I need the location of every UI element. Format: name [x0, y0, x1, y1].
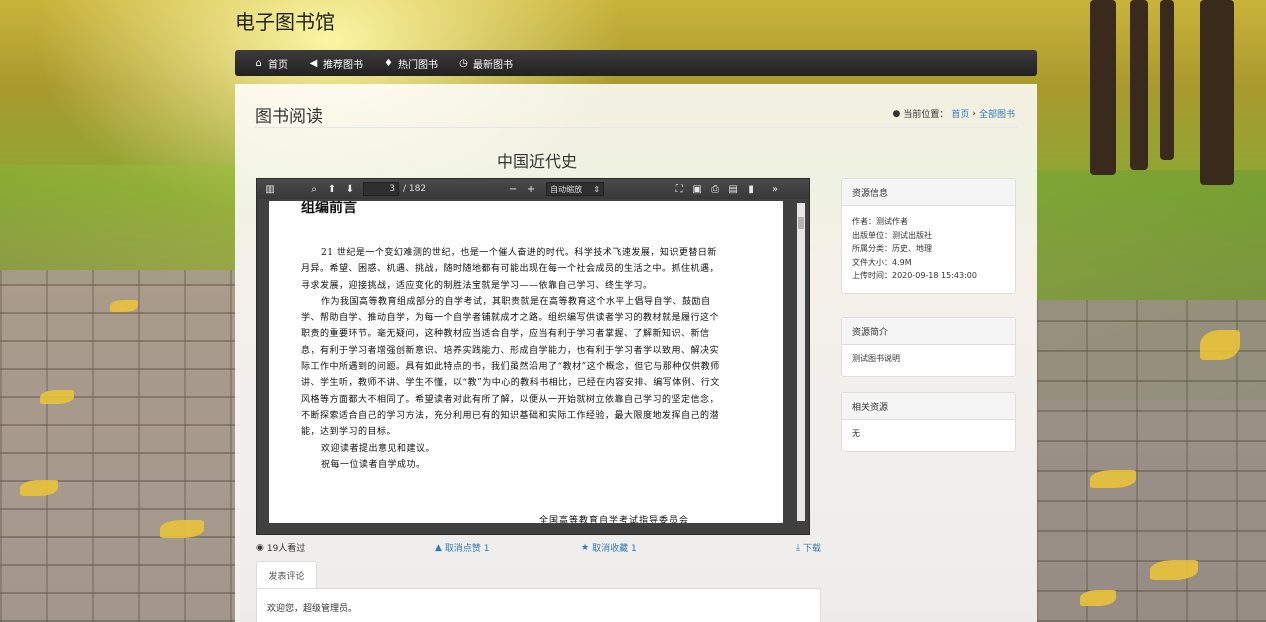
next-page-icon[interactable]: ⬇ — [341, 181, 359, 197]
zoom-in-icon[interactable]: + — [522, 181, 540, 197]
search-icon[interactable]: ⌕ — [305, 181, 323, 197]
presentation-mode-icon[interactable]: ⛶ — [670, 181, 688, 197]
background-leaf — [110, 300, 138, 312]
comment-welcome: 欢迎您，超级管理员。 — [267, 604, 358, 614]
nav-item-recommended[interactable]: ◀ 推荐图书 — [308, 56, 363, 71]
site-title: 电子图书馆 — [235, 10, 335, 34]
breadcrumb-label: 当前位置： — [903, 110, 949, 120]
zoom-out-icon[interactable]: − — [504, 181, 522, 197]
sidebar-toggle-icon[interactable]: ▥ — [261, 181, 279, 197]
page-title: 图书阅读 — [255, 107, 323, 127]
background-leaf — [160, 520, 204, 538]
background-tree — [1160, 0, 1174, 160]
background-tree — [1090, 0, 1116, 175]
home-icon: ⌂ — [255, 57, 262, 69]
breadcrumb-home-link[interactable]: 首页 — [951, 107, 969, 120]
page-number-input[interactable] — [363, 182, 399, 196]
eye-icon: ◉ — [256, 542, 264, 553]
background-leaf — [1080, 590, 1116, 606]
scrollbar-thumb[interactable] — [798, 217, 804, 229]
resource-intro-text: 测试图书说明 — [852, 354, 900, 363]
related-resources-text: 无 — [852, 429, 860, 438]
main-navbar: ⌂ 首页 ◀ 推荐图书 ♦ 热门图书 ◷ 最新图书 — [235, 50, 1037, 76]
map-marker-icon: ● — [892, 108, 901, 119]
pdf-paragraph: 21 世纪是一个变幻难测的世纪，也是一个催人奋进的时代。科学技术飞速发展，知识更… — [301, 248, 720, 291]
resource-info-title: 资源信息 — [842, 179, 1015, 206]
pdf-paragraph: 欢迎读者提出意见和建议。 — [321, 443, 436, 454]
view-count: ◉ 19人看过 — [256, 541, 306, 555]
resource-info-card: 资源信息 作者：测试作者 出版单位：测试出版社 所属分类：历史、地理 文件大小：… — [841, 178, 1016, 294]
pdf-paragraph: 祝每一位读者自学成功。 — [321, 459, 426, 470]
view-count-label: 19人看过 — [266, 544, 306, 554]
nav-item-latest[interactable]: ◷ 最新图书 — [458, 56, 513, 71]
thumbs-up-icon: ▲ — [435, 542, 442, 553]
book-title: 中国近代史 — [497, 152, 578, 171]
breadcrumb-all-books-link[interactable]: 全部图书 — [979, 107, 1015, 120]
chevron-right-icon: › — [972, 108, 976, 119]
pdf-footer-line: 全国高等教育自学考试指导委员会 — [539, 516, 690, 523]
pdf-toolbar: ▥ ⌕ ⬆ ⬇ / 182 − + 自动缩放 ⇕ ⛶ ▣ ⎙ ▤ ▮ » — [257, 179, 809, 199]
resource-category: 所属分类：历史、地理 — [852, 244, 932, 253]
nav-item-popular[interactable]: ♦ 热门图书 — [383, 56, 438, 71]
resource-intro-title: 资源简介 — [842, 318, 1015, 345]
related-resources-card: 相关资源 无 — [841, 392, 1016, 452]
download-button[interactable]: ⤓ 下载 — [796, 541, 821, 555]
background-leaf — [1090, 470, 1136, 488]
resource-author: 作者：测试作者 — [852, 217, 908, 226]
zoom-select-value: 自动缩放 — [550, 184, 583, 194]
background-tree — [1200, 0, 1234, 185]
bullhorn-icon: ◀ — [309, 57, 318, 69]
pdf-page: 组编前言 21 世纪是一个变幻难测的世纪，也是一个催人奋进的时代。科学技术飞速发… — [269, 201, 783, 523]
pdf-page-heading: 组编前言 — [301, 201, 357, 216]
nav-item-home[interactable]: ⌂ 首页 — [253, 56, 288, 71]
more-tools-icon[interactable]: » — [766, 181, 784, 197]
background-tree — [1130, 0, 1148, 170]
previous-page-icon[interactable]: ⬆ — [323, 181, 341, 197]
resource-publisher: 出版单位：测试出版社 — [852, 230, 932, 240]
pdf-paragraph: 作为我国高等教育组成部分的自学考试，其职责就是在高等教育这个水平上倡导自学、鼓励… — [301, 296, 720, 438]
clock-icon: ◷ — [459, 57, 468, 69]
page-total: / 182 — [403, 184, 427, 194]
comment-box: 欢迎您，超级管理员。 — [256, 588, 821, 622]
nav-item-label: 推荐图书 — [323, 59, 363, 71]
save-icon[interactable]: ▤ — [724, 181, 742, 197]
background-leaf — [1200, 330, 1240, 360]
download-label: 下载 — [802, 544, 821, 554]
open-file-icon[interactable]: ▣ — [688, 181, 706, 197]
resource-intro-card: 资源简介 测试图书说明 — [841, 317, 1016, 377]
fire-icon: ♦ — [384, 57, 393, 69]
updown-icon: ⇕ — [593, 184, 601, 194]
background-paving-left — [0, 270, 240, 622]
background-grass-left — [0, 165, 240, 285]
resource-upload-time: 上传时间：2020-09-18 15:43:00 — [852, 271, 977, 280]
nav-item-label: 首页 — [268, 59, 288, 71]
page-header: 图书阅读 ● 当前位置： 首页 › 全部图书 — [255, 102, 1017, 128]
pdf-vertical-scrollbar[interactable] — [797, 203, 805, 521]
unfavorite-button[interactable]: ★ 取消收藏 1 — [581, 541, 637, 555]
unlike-button[interactable]: ▲ 取消点赞 1 — [435, 541, 490, 555]
zoom-select[interactable]: 自动缩放 ⇕ — [546, 182, 605, 196]
pdf-page-body: 21 世纪是一个变幻难测的世纪，也是一个催人奋进的时代。科学技术飞速发展，知识更… — [301, 245, 725, 473]
tab-post-comment[interactable]: 发表评论 — [256, 561, 317, 589]
content-panel: 图书阅读 ● 当前位置： 首页 › 全部图书 中国近代史 ▥ ⌕ ⬆ ⬇ / 1… — [235, 84, 1037, 622]
action-bar: ◉ 19人看过 ▲ 取消点赞 1 ★ 取消收藏 1 ⤓ 下载 — [256, 541, 821, 555]
unfavorite-label: 取消收藏 1 — [592, 544, 637, 554]
breadcrumb: ● 当前位置： 首页 › 全部图书 — [892, 107, 1015, 121]
background-leaf — [40, 390, 74, 404]
unlike-label: 取消点赞 1 — [444, 544, 490, 554]
bookmark-icon[interactable]: ▮ — [742, 181, 760, 197]
nav-item-label: 热门图书 — [398, 59, 438, 71]
download-icon: ⤓ — [796, 542, 800, 553]
star-icon: ★ — [581, 542, 590, 553]
related-resources-title: 相关资源 — [842, 393, 1015, 420]
background-leaf — [20, 480, 58, 496]
pdf-viewer: ▥ ⌕ ⬆ ⬇ / 182 − + 自动缩放 ⇕ ⛶ ▣ ⎙ ▤ ▮ » 组编前… — [256, 178, 810, 535]
resource-file-size: 文件大小：4.9M — [852, 257, 912, 267]
nav-item-label: 最新图书 — [473, 59, 513, 71]
background-leaf — [1150, 560, 1198, 580]
print-icon[interactable]: ⎙ — [706, 181, 724, 197]
resource-info-body: 作者：测试作者 出版单位：测试出版社 所属分类：历史、地理 文件大小：4.9M … — [842, 206, 1015, 293]
